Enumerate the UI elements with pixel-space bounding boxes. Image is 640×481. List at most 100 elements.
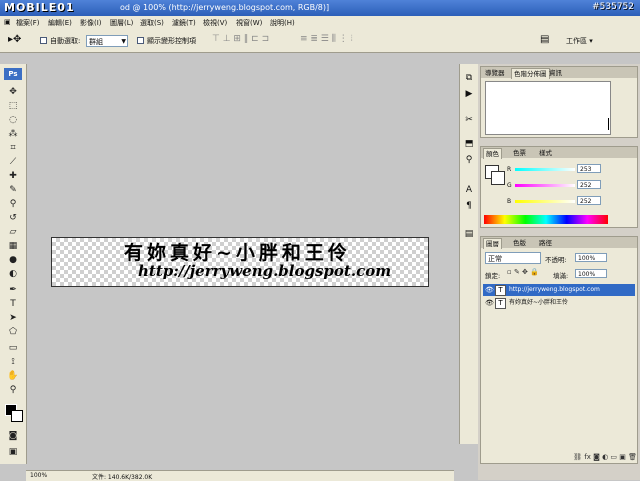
auto-select-label: 自動選取: <box>50 37 81 45</box>
pen-tool[interactable]: ✒ <box>7 284 19 296</box>
tab-info[interactable]: 資訊 <box>547 68 564 78</box>
navigator-tabs: 導覽器 色階分佈圖 資訊 <box>481 67 637 79</box>
layers-tabs: 圖層 色版 路徑 <box>481 237 637 249</box>
red-value[interactable]: 253 <box>577 164 601 173</box>
panel-dock: ⧉ ▶ ✂ ⬒ ⚲ A ¶ ▤ <box>459 64 478 444</box>
crop-tool[interactable]: ⌗ <box>7 142 19 154</box>
gradient-tool[interactable]: ▦ <box>7 240 19 252</box>
show-transform-checkbox[interactable] <box>137 37 144 44</box>
window-title: od @ 100% (http://jerryweng.blogspot.com… <box>120 3 330 12</box>
brush-tool[interactable]: ✎ <box>7 184 19 196</box>
eyedropper-tool[interactable]: ⟟ <box>7 356 19 368</box>
tab-layers[interactable]: 圖層 <box>483 238 502 249</box>
b-label: B <box>507 198 512 205</box>
paragraph-panel-icon[interactable]: ¶ <box>463 200 475 212</box>
lasso-tool[interactable]: ◌ <box>7 114 19 126</box>
background-color-swatch[interactable] <box>11 410 23 422</box>
color-panel: 顏色 色票 樣式 R 253 G 252 B 252 <box>480 146 638 228</box>
options-bar: ▸✥ 自動選取: 群組 ▼ 顯示變形控制項 ⊤ ⊥ ⊞ ‖ ⊏ ⊐ ≡ ≣ ☰ … <box>0 30 640 53</box>
menu-filter[interactable]: 濾鏡(T) <box>172 18 196 28</box>
background-swatch[interactable] <box>491 171 505 185</box>
ps-logo-icon: Ps <box>4 68 22 80</box>
brushes-panel-icon[interactable]: ⬒ <box>463 138 475 150</box>
menu-help[interactable]: 說明(H) <box>270 18 295 28</box>
menu-layer[interactable]: 圖層(L) <box>110 18 133 28</box>
workspace-icon[interactable]: ▤ <box>540 34 549 45</box>
lock-icons[interactable]: ▫ ✎ ✥ 🔒 <box>507 268 539 276</box>
opacity-value[interactable]: 100% <box>575 253 607 262</box>
histogram-graph <box>485 81 611 135</box>
marquee-tool[interactable]: ⬚ <box>7 100 19 112</box>
tab-navigator[interactable]: 導覽器 <box>483 68 507 78</box>
blue-slider[interactable] <box>515 200 575 203</box>
green-value[interactable]: 252 <box>577 180 601 189</box>
red-slider[interactable] <box>515 168 575 171</box>
toolbox: Ps ✥ ⬚ ◌ ⁂ ⌗ ⟋ ✚ ✎ ⚲ ↺ ▱ ▦ ● ◐ ✒ T ➤ ⬠ ▭… <box>0 64 27 464</box>
tool-presets-icon[interactable]: ✂ <box>463 114 475 126</box>
app-icon[interactable]: ▣ <box>4 18 11 26</box>
magic-wand-tool[interactable]: ⁂ <box>7 128 19 140</box>
blue-value[interactable]: 252 <box>577 196 601 205</box>
history-brush-tool[interactable]: ↺ <box>7 212 19 224</box>
layer-row-url[interactable]: 👁 T http://jerryweng.blogspot.com <box>483 284 635 296</box>
history-panel-icon[interactable]: ⧉ <box>463 72 475 84</box>
actions-panel-icon[interactable]: ▶ <box>463 88 475 100</box>
hand-tool[interactable]: ✋ <box>7 370 19 382</box>
character-panel-icon[interactable]: A <box>463 184 475 196</box>
tab-paths[interactable]: 路徑 <box>537 238 554 248</box>
blend-mode-dropdown[interactable]: 正常 <box>485 252 541 264</box>
watermark-logo: MOBILE01 <box>4 1 75 14</box>
align-icons[interactable]: ⊤ ⊥ ⊞ ‖ ⊏ ⊐ <box>212 34 269 44</box>
r-label: R <box>507 166 512 173</box>
shape-tool[interactable]: ⬠ <box>7 326 19 338</box>
clone-stamp-tool[interactable]: ⚲ <box>7 198 19 210</box>
slice-tool[interactable]: ⟋ <box>7 156 19 168</box>
distribute-icons[interactable]: ≡ ≣ ☰ ⫼ ⋮ ⦙ <box>300 34 353 44</box>
zoom-level[interactable]: 100% <box>30 472 47 479</box>
tab-swatches[interactable]: 色票 <box>511 148 528 158</box>
layers-panel: 圖層 色版 路徑 正常 不透明: 100% 鎖定: ▫ ✎ ✥ 🔒 填滿: 10… <box>480 236 638 464</box>
color-tabs: 顏色 色票 樣式 <box>481 147 637 159</box>
auto-select-value: 群組 <box>89 38 103 46</box>
workspace-button[interactable]: 工作區 ▾ <box>566 36 593 46</box>
eye-icon[interactable]: 👁 <box>485 297 494 309</box>
path-selection-tool[interactable]: ➤ <box>7 312 19 324</box>
zoom-tool[interactable]: ⚲ <box>7 384 19 396</box>
auto-select-checkbox[interactable] <box>40 37 47 44</box>
menu-file[interactable]: 檔案(F) <box>16 18 40 28</box>
tab-channels[interactable]: 色版 <box>511 238 528 248</box>
layer-name: http://jerryweng.blogspot.com <box>509 286 600 293</box>
menu-view[interactable]: 檢視(V) <box>203 18 227 28</box>
menu-image[interactable]: 影像(I) <box>80 18 102 28</box>
fill-value[interactable]: 100% <box>575 269 607 278</box>
tab-styles[interactable]: 樣式 <box>537 148 554 158</box>
tab-color[interactable]: 顏色 <box>483 148 502 159</box>
move-tool[interactable]: ✥ <box>7 86 19 98</box>
color-spectrum[interactable] <box>484 215 608 224</box>
blend-mode-value: 正常 <box>488 255 502 263</box>
screen-mode-icon[interactable]: ▣ <box>7 446 19 458</box>
show-transform-label: 顯示變形控制項 <box>147 37 196 45</box>
menu-select[interactable]: 選取(S) <box>140 18 164 28</box>
layer-comps-icon[interactable]: ▤ <box>463 228 475 240</box>
type-tool[interactable]: T <box>7 298 19 310</box>
tab-histogram[interactable]: 色階分佈圖 <box>511 68 550 79</box>
menu-edit[interactable]: 編輯(E) <box>48 18 72 28</box>
auto-select-dropdown[interactable]: 群組 ▼ <box>86 35 128 47</box>
eye-icon[interactable]: 👁 <box>485 284 494 296</box>
blur-tool[interactable]: ● <box>7 254 19 266</box>
quick-mask-icon[interactable]: ◙ <box>7 430 19 442</box>
document-canvas[interactable]: 有妳真好~小胖和王伶 http://jerryweng.blogspot.com <box>51 237 429 287</box>
layers-footer-icons[interactable]: ⛓ fx ◙ ◐ ▭ ▣ 🗑 <box>481 453 637 463</box>
clone-source-icon[interactable]: ⚲ <box>463 154 475 166</box>
menu-window[interactable]: 視窗(W) <box>236 18 262 28</box>
text-layer-icon: T <box>495 285 506 296</box>
navigator-panel: 導覽器 色階分佈圖 資訊 <box>480 66 638 138</box>
layer-row-chinese[interactable]: 👁 T 有妳真好~小胖和王伶 <box>483 297 635 309</box>
move-tool-icon[interactable]: ▸✥ <box>8 34 21 45</box>
healing-brush-tool[interactable]: ✚ <box>7 170 19 182</box>
green-slider[interactable] <box>515 184 575 187</box>
notes-tool[interactable]: ▭ <box>7 342 19 354</box>
dodge-tool[interactable]: ◐ <box>7 268 19 280</box>
eraser-tool[interactable]: ▱ <box>7 226 19 238</box>
